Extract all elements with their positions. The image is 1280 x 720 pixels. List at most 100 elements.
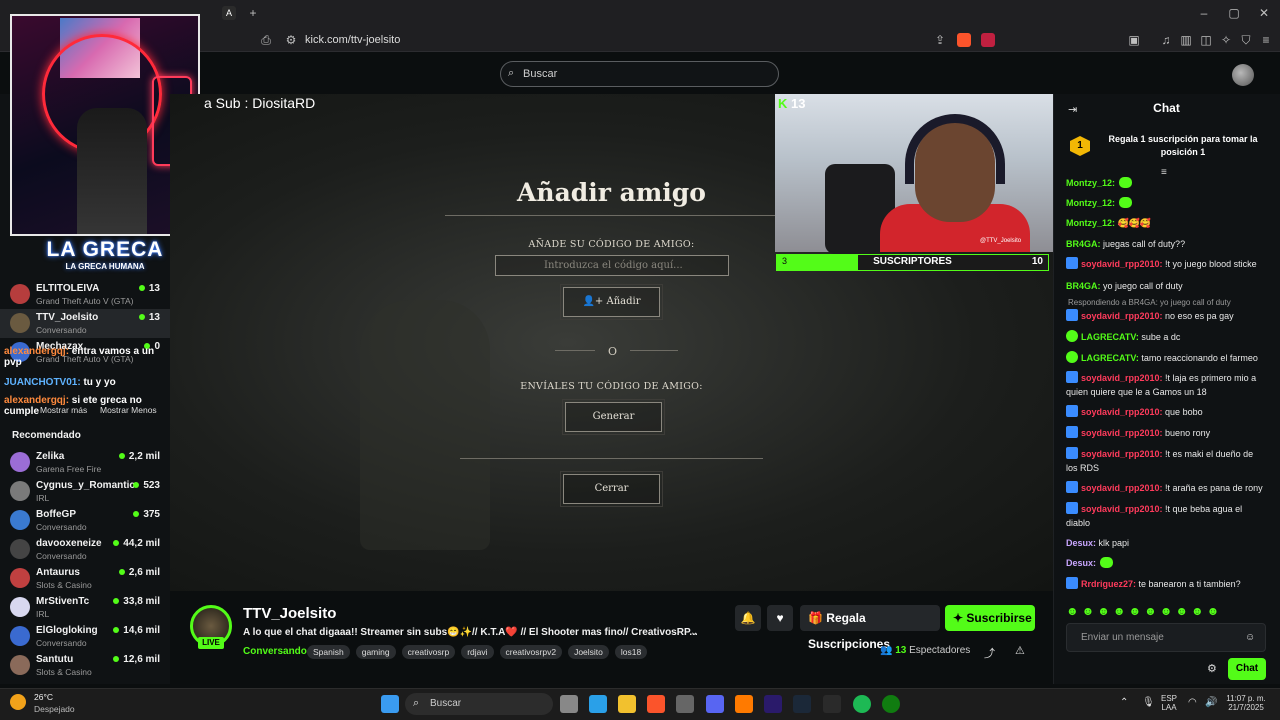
chat-username[interactable]: BR4GA: [1066,281,1101,291]
chat-message[interactable]: Montzy_12: [1066,176,1266,190]
maximize-icon[interactable]: ▢ [1226,6,1242,20]
chat-message[interactable]: soydavid_rpp2010: no eso es pa gay [1066,309,1266,323]
language-indicator[interactable]: ESP LAA [1161,694,1177,712]
chat-username[interactable]: soydavid_rpp2010: [1081,373,1163,383]
steam-icon[interactable] [793,695,811,713]
emoji-icon[interactable]: ☺ [1245,632,1255,643]
premiere-icon[interactable] [764,695,782,713]
show-more-button[interactable]: Mostrar más [40,405,87,415]
recommended-channel[interactable]: MrStivenTc IRL 33,8 mil [0,593,170,622]
tag[interactable]: Joelsito [568,645,609,659]
chat-username[interactable]: soydavid_rpp2010: [1081,407,1163,417]
chat-message[interactable]: BR4GA: yo juego call of duty [1066,279,1266,293]
stream-category[interactable]: Conversando [243,646,307,657]
recommended-channel[interactable]: Zelika Garena Free Fire 2,2 mil [0,448,170,477]
chat-message[interactable]: Rrdriguez27: te banearon a ti tambien? [1066,577,1266,591]
follow-heart-icon[interactable]: ♥ [767,605,793,631]
chat-message[interactable]: soydavid_rpp2010: !t que beba agua el di… [1066,502,1266,530]
recommended-channel[interactable]: BoffeGP Conversando 375 [0,506,170,535]
site-info-icon[interactable]: ⚙ [283,33,299,47]
chat-username[interactable]: Rrdriguez27: [1081,579,1136,589]
recommended-channel[interactable]: Santutu Slots & Casino 12,6 mil [0,651,170,680]
show-less-button[interactable]: Mostrar Menos [100,405,157,415]
chat-username[interactable]: soydavid_rpp2010: [1081,311,1163,321]
app-icon[interactable] [676,695,694,713]
chat-settings-icon[interactable]: ⚙ [1207,662,1217,675]
chat-username[interactable]: soydavid_rpp2010: [1081,428,1163,438]
vlc-icon[interactable] [735,695,753,713]
chat-message[interactable]: Desux: klk papi [1066,536,1266,550]
share-icon[interactable]: ⤴ [984,645,995,661]
chat-username[interactable]: soydavid_rpp2010: [1081,449,1163,459]
generate-button[interactable]: Generar [562,399,665,435]
volume-icon[interactable]: 🔊 [1205,697,1217,708]
spotify-icon[interactable] [853,695,871,713]
chat-username[interactable]: Montzy_12: [1066,178,1115,188]
tag[interactable]: rdjavi [461,645,494,659]
brave-shield-icon[interactable] [957,33,971,47]
minimize-icon[interactable]: – [1196,6,1212,20]
friend-code-input[interactable]: Introduzca el código aquí... [495,255,729,276]
file-explorer-icon[interactable] [618,695,636,713]
tag[interactable]: Spanish [307,645,350,659]
chat-message[interactable]: Montzy_12: 🥰🥰🥰 [1066,216,1266,230]
wifi-icon[interactable]: ◠ [1188,697,1197,708]
chat-message[interactable]: soydavid_rpp2010: !t es maki el dueño de… [1066,447,1266,475]
brave-browser-icon[interactable] [647,695,665,713]
channel-title-name[interactable]: TTV_Joelsito [243,605,336,622]
chat-username[interactable]: soydavid_rpp2010: [1081,483,1163,493]
brave-rewards-icon[interactable] [981,33,995,47]
weather-temp[interactable]: 26°C [34,692,53,702]
chat-username[interactable]: LAGRECATV: [1081,332,1139,342]
chat-username[interactable]: soydavid_rpp2010: [1081,504,1163,514]
chat-message[interactable]: soydavid_rpp2010: bueno rony [1066,426,1266,440]
chat-username[interactable]: Montzy_12: [1066,218,1115,228]
terminal-icon[interactable] [823,695,841,713]
following-channel[interactable]: ELTITOLEIVA Grand Theft Auto V (GTA) 13 [0,280,170,309]
chat-message[interactable]: LAGRECATV: sube a dc [1066,330,1266,344]
expand-title-icon[interactable]: ⌄ [690,627,698,638]
clock[interactable]: 11:07 p. m. 21/7/2025 [1222,694,1270,712]
subscribe-button[interactable]: ✦ Suscribirse [945,605,1035,631]
chat-username[interactable]: BR4GA: [1066,239,1101,249]
pinned-gift-prompt[interactable]: 1 Regala 1 suscripción para tomar la pos… [1060,128,1272,168]
recommended-channel[interactable]: Antaurus Slots & Casino 2,6 mil [0,564,170,593]
report-icon[interactable]: ⚠ [1015,644,1025,657]
share-icon[interactable]: ⇪ [932,33,948,47]
add-friend-button[interactable]: 👤+ Añadir [560,284,663,320]
tray-chevron-icon[interactable]: ⌃ [1120,697,1128,708]
emote-bar[interactable]: ☻☻☻☻☻☻☻☻☻☻ [1066,604,1266,618]
tab-kick[interactable]: A [222,6,236,20]
copilot-icon[interactable] [589,695,607,713]
chat-username[interactable]: soydavid_rpp2010: [1081,259,1163,269]
leo-ai-icon[interactable]: ✧ [1218,33,1234,47]
chat-username[interactable]: Desux: [1066,558,1096,568]
chat-message[interactable]: soydavid_rpp2010: que bobo [1066,405,1266,419]
chat-message[interactable]: BR4GA: juegas call of duty?? [1066,237,1266,251]
chat-message[interactable]: soydavid_rpp2010: !t laja es primero mio… [1066,371,1266,399]
chat-username[interactable]: Montzy_12: [1066,198,1115,208]
close-icon[interactable]: ✕ [1256,6,1272,20]
tag[interactable]: creativosrpv2 [499,645,563,659]
sidebar-toggle-icon[interactable]: ▥ [1178,33,1194,47]
chat-message[interactable]: soydavid_rpp2010: !t yo juego blood stic… [1066,257,1266,271]
recommended-channel[interactable]: Cygnus_y_Romantic IRL 523 [0,477,170,506]
wallet2-icon[interactable]: ◫ [1198,33,1214,47]
close-modal-button[interactable]: Cerrar [560,471,663,507]
tag[interactable]: gaming [355,645,396,659]
bookmark-icon[interactable]: ⎙ [258,33,274,48]
music-icon[interactable]: ♫ [1158,33,1174,47]
url-text[interactable]: kick.com/ttv-joelsito [305,34,400,46]
discord-icon[interactable] [706,695,724,713]
wallet-icon[interactable]: ▣ [1126,33,1142,47]
mic-icon[interactable]: 🎙 [1142,697,1155,708]
send-chat-button[interactable]: Chat [1228,658,1266,680]
following-channel[interactable]: TTV_Joelsito Conversando 13 [0,309,170,338]
chat-message[interactable]: LAGRECATV: tamo reaccionando el farmeo [1066,351,1266,365]
tag[interactable]: los18 [614,645,648,659]
chat-input[interactable]: Enviar un mensaje [1066,623,1266,652]
vpn-icon[interactable]: ⛉ [1238,33,1254,48]
tag[interactable]: creativosrp [401,645,456,659]
recommended-channel[interactable]: davooxeneize Conversando 44,2 mil [0,535,170,564]
chat-message[interactable]: Montzy_12: [1066,196,1266,210]
